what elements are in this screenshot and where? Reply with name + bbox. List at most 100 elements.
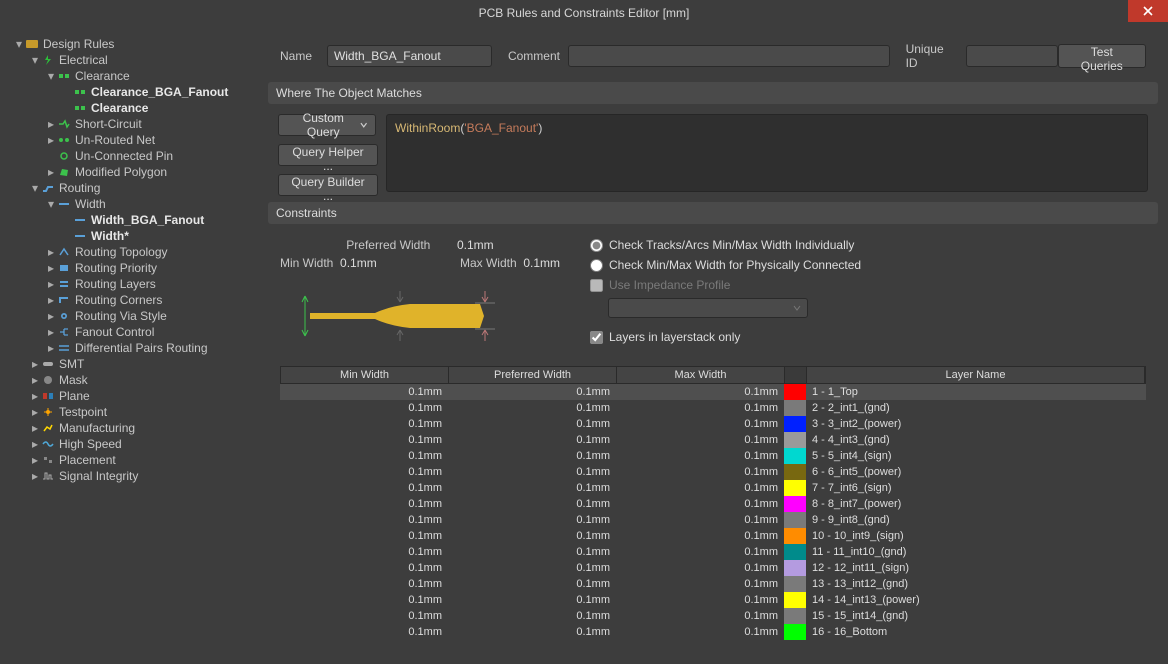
table-row[interactable]: 0.1mm0.1mm0.1mm8 - 8_int7_(power) [280,496,1146,512]
cell-layer[interactable]: 3 - 3_int2_(power) [806,418,1146,430]
cell-max[interactable]: 0.1mm [616,562,784,574]
layer-table-body[interactable]: 0.1mm0.1mm0.1mm1 - 1_Top0.1mm0.1mm0.1mm2… [280,384,1146,640]
cell-min[interactable]: 0.1mm [280,562,448,574]
table-row[interactable]: 0.1mm0.1mm0.1mm1 - 1_Top [280,384,1146,400]
tree-signal-integrity[interactable]: ▸Signal Integrity [30,468,258,484]
table-row[interactable]: 0.1mm0.1mm0.1mm11 - 11_int10_(gnd) [280,544,1146,560]
cell-min[interactable]: 0.1mm [280,594,448,606]
use-impedance-checkbox[interactable]: Use Impedance Profile [590,278,1146,292]
cell-max[interactable]: 0.1mm [616,466,784,478]
tree-testpoint[interactable]: ▸Testpoint [30,404,258,420]
tree-width-bga[interactable]: Width_BGA_Fanout [62,212,258,228]
tree-routing-topology[interactable]: ▸Routing Topology [46,244,258,260]
table-row[interactable]: 0.1mm0.1mm0.1mm6 - 6_int5_(power) [280,464,1146,480]
cell-min[interactable]: 0.1mm [280,482,448,494]
cell-min[interactable]: 0.1mm [280,402,448,414]
cell-max[interactable]: 0.1mm [616,498,784,510]
test-queries-button[interactable]: Test Queries [1058,44,1146,68]
cell-pref[interactable]: 0.1mm [448,450,616,462]
cell-layer[interactable]: 14 - 14_int13_(power) [806,594,1146,606]
cell-min[interactable]: 0.1mm [280,578,448,590]
cell-min[interactable]: 0.1mm [280,626,448,638]
cell-max[interactable]: 0.1mm [616,450,784,462]
col-layer-header[interactable]: Layer Name [807,367,1145,383]
cell-layer[interactable]: 1 - 1_Top [806,386,1146,398]
cell-min[interactable]: 0.1mm [280,546,448,558]
table-row[interactable]: 0.1mm0.1mm0.1mm13 - 13_int12_(gnd) [280,576,1146,592]
cell-layer[interactable]: 8 - 8_int7_(power) [806,498,1146,510]
table-row[interactable]: 0.1mm0.1mm0.1mm5 - 5_int4_(sign) [280,448,1146,464]
tree-high-speed[interactable]: ▸High Speed [30,436,258,452]
cell-pref[interactable]: 0.1mm [448,434,616,446]
tree-placement[interactable]: ▸Placement [30,452,258,468]
cell-max[interactable]: 0.1mm [616,594,784,606]
cell-layer[interactable]: 11 - 11_int10_(gnd) [806,546,1146,558]
cell-max[interactable]: 0.1mm [616,402,784,414]
comment-input[interactable] [568,45,890,67]
tree-routing-priority[interactable]: ▸Routing Priority [46,260,258,276]
cell-pref[interactable]: 0.1mm [448,418,616,430]
cell-min[interactable]: 0.1mm [280,386,448,398]
cell-max[interactable]: 0.1mm [616,386,784,398]
tree-electrical[interactable]: ▾Electrical [30,52,258,68]
cell-min[interactable]: 0.1mm [280,466,448,478]
min-width-value[interactable]: 0.1mm [340,256,377,270]
cell-pref[interactable]: 0.1mm [448,466,616,478]
cell-layer[interactable]: 6 - 6_int5_(power) [806,466,1146,478]
table-row[interactable]: 0.1mm0.1mm0.1mm2 - 2_int1_(gnd) [280,400,1146,416]
tree-manufacturing[interactable]: ▸Manufacturing [30,420,258,436]
cell-layer[interactable]: 2 - 2_int1_(gnd) [806,402,1146,414]
tree-routing-via-style[interactable]: ▸Routing Via Style [46,308,258,324]
cell-pref[interactable]: 0.1mm [448,562,616,574]
cell-min[interactable]: 0.1mm [280,530,448,542]
rules-tree[interactable]: ▾Design Rules ▾Electrical ▾Clearance Cle… [10,32,260,664]
tree-clearance-bga[interactable]: Clearance_BGA_Fanout [62,84,258,100]
cell-min[interactable]: 0.1mm [280,418,448,430]
table-row[interactable]: 0.1mm0.1mm0.1mm15 - 15_int14_(gnd) [280,608,1146,624]
tree-unrouted-net[interactable]: ▸Un-Routed Net [46,132,258,148]
tree-routing-layers[interactable]: ▸Routing Layers [46,276,258,292]
tree-diff-pairs[interactable]: ▸Differential Pairs Routing [46,340,258,356]
unique-id-input[interactable] [966,45,1058,67]
cell-max[interactable]: 0.1mm [616,610,784,622]
table-row[interactable]: 0.1mm0.1mm0.1mm9 - 9_int8_(gnd) [280,512,1146,528]
tree-routing-corners[interactable]: ▸Routing Corners [46,292,258,308]
table-row[interactable]: 0.1mm0.1mm0.1mm16 - 16_Bottom [280,624,1146,640]
query-helper-button[interactable]: Query Helper ... [278,144,378,166]
query-text[interactable]: WithinRoom('BGA_Fanout') [386,114,1148,192]
cell-max[interactable]: 0.1mm [616,482,784,494]
cell-layer[interactable]: 16 - 16_Bottom [806,626,1146,638]
tree-clearance-2[interactable]: Clearance [62,100,258,116]
table-row[interactable]: 0.1mm0.1mm0.1mm12 - 12_int11_(sign) [280,560,1146,576]
query-mode-dropdown[interactable]: Custom Query [278,114,376,136]
cell-pref[interactable]: 0.1mm [448,514,616,526]
col-max-header[interactable]: Max Width [617,367,785,383]
cell-layer[interactable]: 7 - 7_int6_(sign) [806,482,1146,494]
check-physically-radio[interactable]: Check Min/Max Width for Physically Conne… [590,258,1146,272]
cell-pref[interactable]: 0.1mm [448,594,616,606]
cell-max[interactable]: 0.1mm [616,546,784,558]
cell-pref[interactable]: 0.1mm [448,498,616,510]
cell-min[interactable]: 0.1mm [280,498,448,510]
table-row[interactable]: 0.1mm0.1mm0.1mm7 - 7_int6_(sign) [280,480,1146,496]
max-width-value[interactable]: 0.1mm [523,256,560,270]
cell-layer[interactable]: 9 - 9_int8_(gnd) [806,514,1146,526]
tree-short-circuit[interactable]: ▸Short-Circuit [46,116,258,132]
cell-layer[interactable]: 13 - 13_int12_(gnd) [806,578,1146,590]
cell-layer[interactable]: 4 - 4_int3_(gnd) [806,434,1146,446]
query-builder-button[interactable]: Query Builder ... [278,174,378,196]
cell-max[interactable]: 0.1mm [616,418,784,430]
cell-layer[interactable]: 10 - 10_int9_(sign) [806,530,1146,542]
cell-layer[interactable]: 5 - 5_int4_(sign) [806,450,1146,462]
tree-fanout-control[interactable]: ▸Fanout Control [46,324,258,340]
tree-plane[interactable]: ▸Plane [30,388,258,404]
tree-width-star[interactable]: Width* [62,228,258,244]
cell-min[interactable]: 0.1mm [280,434,448,446]
cell-min[interactable]: 0.1mm [280,514,448,526]
name-input[interactable] [327,45,492,67]
cell-max[interactable]: 0.1mm [616,514,784,526]
tree-routing[interactable]: ▾Routing [30,180,258,196]
cell-pref[interactable]: 0.1mm [448,386,616,398]
tree-unconnected-pin[interactable]: Un-Connected Pin [46,148,258,164]
tree-clearance[interactable]: ▾Clearance [46,68,258,84]
